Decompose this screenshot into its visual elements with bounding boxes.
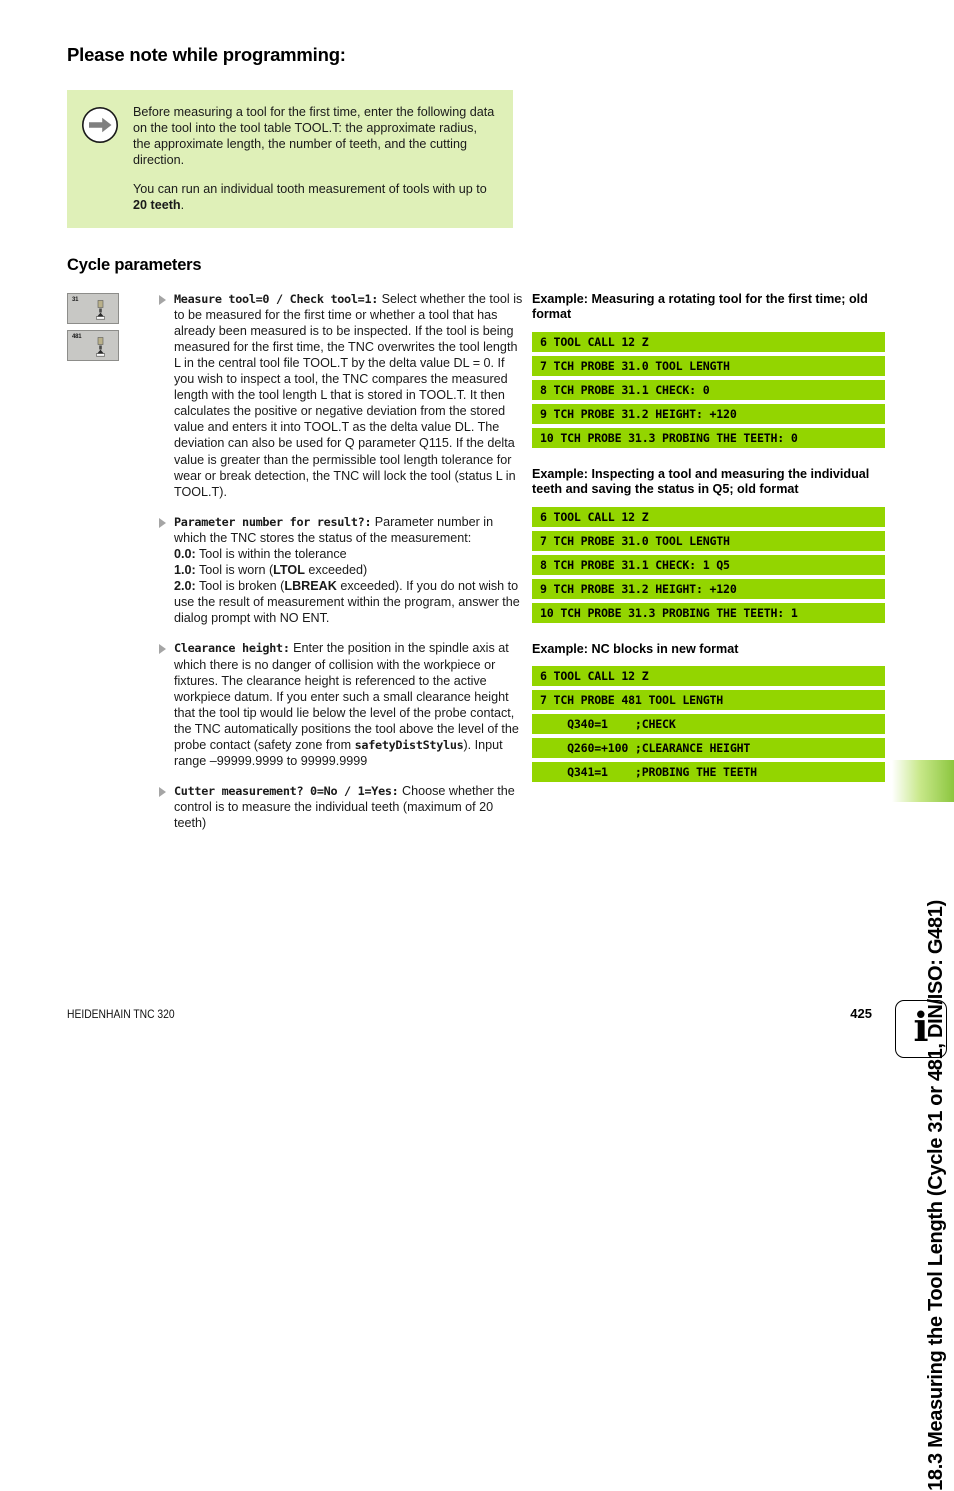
tool-probe-icon (96, 336, 105, 357)
softkey-label: 31 (72, 296, 79, 303)
code-line: Q340=1 ;CHECK (532, 714, 885, 735)
code-line: 9 TCH PROBE 31.2 HEIGHT: +120 (532, 403, 885, 424)
example-title: Example: Inspecting a tool and measuring… (532, 466, 870, 497)
softkey-icon-31: 31 (67, 292, 119, 324)
cycle-parameters-heading: Cycle parameters (67, 255, 202, 274)
example-title: Example: NC blocks in new format (532, 641, 739, 656)
section-tab-marker (892, 760, 954, 802)
softkey-icon-481: 481 (67, 329, 119, 361)
parameter-clearance-height: Clearance height: Enter the position in … (159, 640, 527, 769)
bullet-triangle-icon (159, 787, 166, 798)
parameter-name: Cutter measurement? 0=No / 1=Yes: (174, 784, 399, 799)
tool-probe-icon (96, 299, 105, 320)
code-line: 7 TCH PROBE 481 TOOL LENGTH (532, 690, 885, 711)
parameter-result-number: Parameter number for result?: Parameter … (159, 514, 527, 627)
parameter-name: Parameter number for result?: (174, 514, 372, 529)
page-footer: HEIDENHAIN TNC 320 425 i (67, 1000, 954, 1080)
left-column: 31 481 Measure tool=0 / Check tool=1: Se… (67, 291, 527, 832)
bullet-triangle-icon (159, 294, 166, 305)
side-title-text: 18.3 Measuring the Tool Length (Cycle 31… (925, 900, 947, 1491)
parameter-term-safetydiststylus: safetyDistStylus (354, 738, 464, 752)
page-number: 425 (850, 1006, 872, 1021)
note-p2-post: . (180, 198, 185, 213)
softkey-gutter: 31 481 (67, 291, 159, 367)
parameter-list: Measure tool=0 / Check tool=1: Select wh… (159, 291, 527, 832)
example-block-3: Example: NC blocks in new format 6 TOOL … (532, 642, 885, 783)
example-block-1: Example: Measuring a rotating tool for t… (532, 292, 885, 448)
example-block-2: Example: Inspecting a tool and measuring… (532, 467, 885, 623)
status-code-2: 2.0: (174, 579, 196, 594)
note-p2-bold: 20 teeth (133, 198, 181, 213)
note-box: Before measuring a tool for the first ti… (67, 90, 513, 228)
parameter-text: Select whether the tool is to be measure… (174, 291, 523, 499)
document-page: Please note while programming: Before me… (0, 0, 954, 1491)
note-p2-pre: You can run an individual tooth measurem… (133, 182, 487, 197)
code-line: 9 TCH PROBE 31.2 HEIGHT: +120 (532, 578, 885, 599)
page-content: Please note while programming: Before me… (67, 44, 885, 831)
code-line: 10 TCH PROBE 31.3 PROBING THE TEETH: 0 (532, 427, 885, 448)
status-term-ltol: LTOL (273, 563, 305, 578)
code-line: 8 TCH PROBE 31.1 CHECK: 0 (532, 379, 885, 400)
example-title: Example: Measuring a rotating tool for t… (532, 291, 868, 322)
code-line: 10 TCH PROBE 31.3 PROBING THE TEETH: 1 (532, 602, 885, 623)
code-line: 6 TOOL CALL 12 Z (532, 331, 885, 352)
note-paragraph-1: Before measuring a tool for the first ti… (133, 105, 495, 168)
code-line: 8 TCH PROBE 31.1 CHECK: 1 Q5 (532, 554, 885, 575)
page-title: Please note while programming: (67, 44, 346, 65)
body-columns: 31 481 Measure tool=0 / Check tool=1: Se… (67, 291, 885, 832)
parameter-text: Enter the position in the spindle axis a… (174, 641, 519, 752)
code-line: 6 TOOL CALL 12 Z (532, 666, 885, 687)
status-desc-2: Tool is broken ( (195, 579, 285, 594)
code-line: Q260=+100 ;CLEARANCE HEIGHT (532, 738, 885, 759)
bullet-triangle-icon (159, 644, 166, 655)
status-term-lbreak: LBREAK (284, 579, 337, 594)
code-line: Q341=1 ;PROBING THE TEETH (532, 762, 885, 783)
softkey-label: 481 (72, 333, 82, 340)
parameter-name: Measure tool=0 / Check tool=1: (174, 291, 379, 306)
code-line: 7 TCH PROBE 31.0 TOOL LENGTH (532, 530, 885, 551)
examples-column: Example: Measuring a rotating tool for t… (527, 291, 885, 802)
arrow-right-circle-icon (81, 106, 119, 144)
status-desc-0: Tool is within the tolerance (195, 546, 347, 561)
note-text: Before measuring a tool for the first ti… (133, 104, 497, 214)
bullet-triangle-icon (159, 517, 166, 528)
status-code-1: 1.0: (174, 563, 196, 578)
parameter-cutter-measurement: Cutter measurement? 0=No / 1=Yes: Choose… (159, 783, 527, 831)
note-paragraph-2: You can run an individual tooth measurem… (133, 181, 497, 213)
parameter-name: Clearance height: (174, 641, 290, 656)
status-desc-1: Tool is worn ( (195, 563, 274, 578)
side-running-title: 18.3 Measuring the Tool Length (Cycle 31… (884, 0, 954, 1491)
parameter-measure-tool: Measure tool=0 / Check tool=1: Select wh… (159, 291, 527, 500)
footer-product-name: HEIDENHAIN TNC 320 (67, 1007, 175, 1021)
info-icon: i (895, 1000, 947, 1058)
code-line: 7 TCH PROBE 31.0 TOOL LENGTH (532, 355, 885, 376)
status-desc-1b: exceeded) (304, 563, 368, 578)
status-code-0: 0.0: (174, 546, 196, 561)
info-glyph: i (913, 1003, 929, 1051)
code-line: 6 TOOL CALL 12 Z (532, 506, 885, 527)
